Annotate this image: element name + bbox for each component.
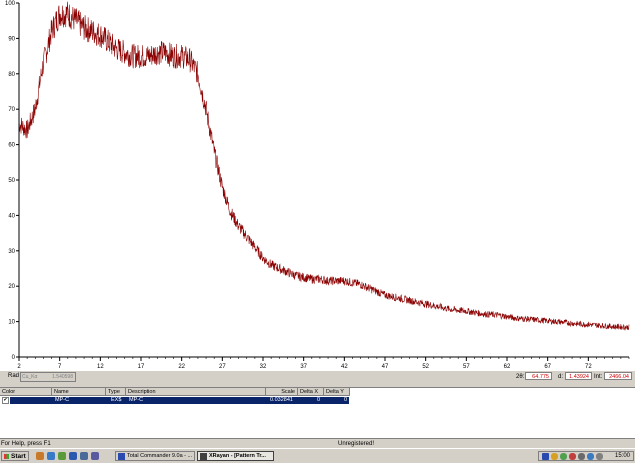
- col-name[interactable]: Name: [52, 388, 106, 396]
- tray-app-icon[interactable]: [551, 453, 558, 460]
- rad-wavelength: 1.540598: [52, 374, 73, 380]
- col-color[interactable]: Color: [0, 388, 52, 396]
- diffraction-chart[interactable]: 01020304050607080901002 7 12 17 22 27 32 37 42 47…: [0, 0, 635, 371]
- d-label: d:: [558, 374, 564, 380]
- x-tick-label: 2: [17, 364, 21, 370]
- tray-volume-icon[interactable]: [587, 453, 594, 460]
- xrayan-icon: [200, 453, 207, 460]
- y-tick-label: 90: [8, 36, 15, 42]
- x-tick-label: 62: [504, 364, 511, 370]
- x-tick-label: 47: [382, 364, 389, 370]
- col-delta-x[interactable]: Delta X: [298, 388, 324, 396]
- quicklaunch-save-icon[interactable]: [91, 452, 99, 460]
- tray-network-icon[interactable]: [560, 453, 567, 460]
- y-tick-label: 0: [12, 355, 16, 361]
- col-description[interactable]: Description: [126, 388, 266, 396]
- pattern-series-line: [18, 1, 630, 332]
- plot-area[interactable]: 0 10 20 30 40 50 60 70 80 90 100 2 7 12 17 22 27 32 37 42 47…: [0, 0, 635, 371]
- x-tick-label: 22: [178, 364, 185, 370]
- x-tick-label: 52: [422, 364, 429, 370]
- pattern-table[interactable]: Color Name Type Description Scale Delta …: [0, 387, 635, 438]
- quicklaunch-app-icon[interactable]: [58, 452, 66, 460]
- x-tick-label: 12: [97, 364, 104, 370]
- int-value: 2466.04: [604, 372, 632, 380]
- quicklaunch-browser-icon[interactable]: [36, 452, 44, 460]
- x-tick-label: 72: [585, 364, 592, 370]
- task-total-commander[interactable]: Total Commander 9.0a - ...: [115, 451, 195, 461]
- col-scale[interactable]: Scale: [266, 388, 298, 396]
- system-tray: 15:00: [538, 451, 634, 461]
- x-tick-label: 42: [341, 364, 348, 370]
- y-tick-label: 50: [8, 178, 15, 184]
- status-help: For Help, press F1: [1, 441, 51, 447]
- tray-misc-icon[interactable]: [596, 453, 603, 460]
- quicklaunch-media-icon[interactable]: [69, 452, 77, 460]
- start-button[interactable]: Start: [1, 451, 29, 461]
- task-xrayan[interactable]: XRayan - [Pattern Tr...: [197, 451, 274, 461]
- row-delta-x: 0: [317, 397, 321, 403]
- radiation-field[interactable]: Cu_Kα 1.540598: [20, 372, 76, 382]
- tray-antivirus-icon[interactable]: [569, 453, 576, 460]
- row-description: MP-C: [129, 397, 144, 403]
- x-tick-label: 32: [260, 364, 267, 370]
- row-checkbox[interactable]: ✔: [2, 397, 9, 404]
- col-type[interactable]: Type: [106, 388, 126, 396]
- x-tick-label: 27: [219, 364, 226, 370]
- tray-usb-icon[interactable]: [578, 453, 585, 460]
- x-tick-label: 67: [544, 364, 551, 370]
- x-tick-label: 57: [463, 364, 470, 370]
- status-registration: Unregistered!: [338, 441, 375, 447]
- windows-logo-icon: [4, 454, 9, 459]
- quicklaunch-monitor-icon[interactable]: [80, 452, 88, 460]
- x-tick-label: 37: [300, 364, 307, 370]
- language-icon[interactable]: [542, 453, 549, 460]
- clock: 15:00: [614, 453, 630, 459]
- row-name: MP-C: [55, 397, 70, 403]
- y-tick-label: 30: [8, 249, 15, 255]
- y-tick-label: 100: [5, 1, 16, 7]
- total-commander-icon: [118, 453, 125, 460]
- rad-label: Rad: [8, 373, 20, 379]
- y-tick-label: 20: [8, 284, 15, 290]
- int-label: Int:: [594, 374, 603, 380]
- x-tick-label: 7: [58, 364, 62, 370]
- col-delta-y[interactable]: Delta Y: [324, 388, 350, 396]
- quicklaunch-ie-icon[interactable]: [47, 452, 55, 460]
- x-tick-label: 17: [138, 364, 145, 370]
- row-delta-y: 0: [344, 397, 348, 403]
- d-value: 1.43924: [565, 372, 592, 380]
- y-tick-label: 10: [8, 320, 15, 326]
- row-scale: 0.032841: [270, 397, 293, 403]
- two-theta-value: 64.775: [525, 372, 552, 380]
- y-tick-label: 70: [8, 107, 15, 113]
- row-type: EX$: [111, 397, 122, 403]
- y-tick-label: 60: [8, 143, 15, 149]
- y-tick-label: 80: [8, 72, 15, 78]
- two-theta-label: 2θ:: [516, 374, 525, 380]
- rad-source: Cu_Kα: [22, 374, 38, 380]
- y-tick-label: 40: [8, 213, 15, 219]
- taskbar: Start Total Commander 9.0a - ... XRayan …: [0, 448, 635, 463]
